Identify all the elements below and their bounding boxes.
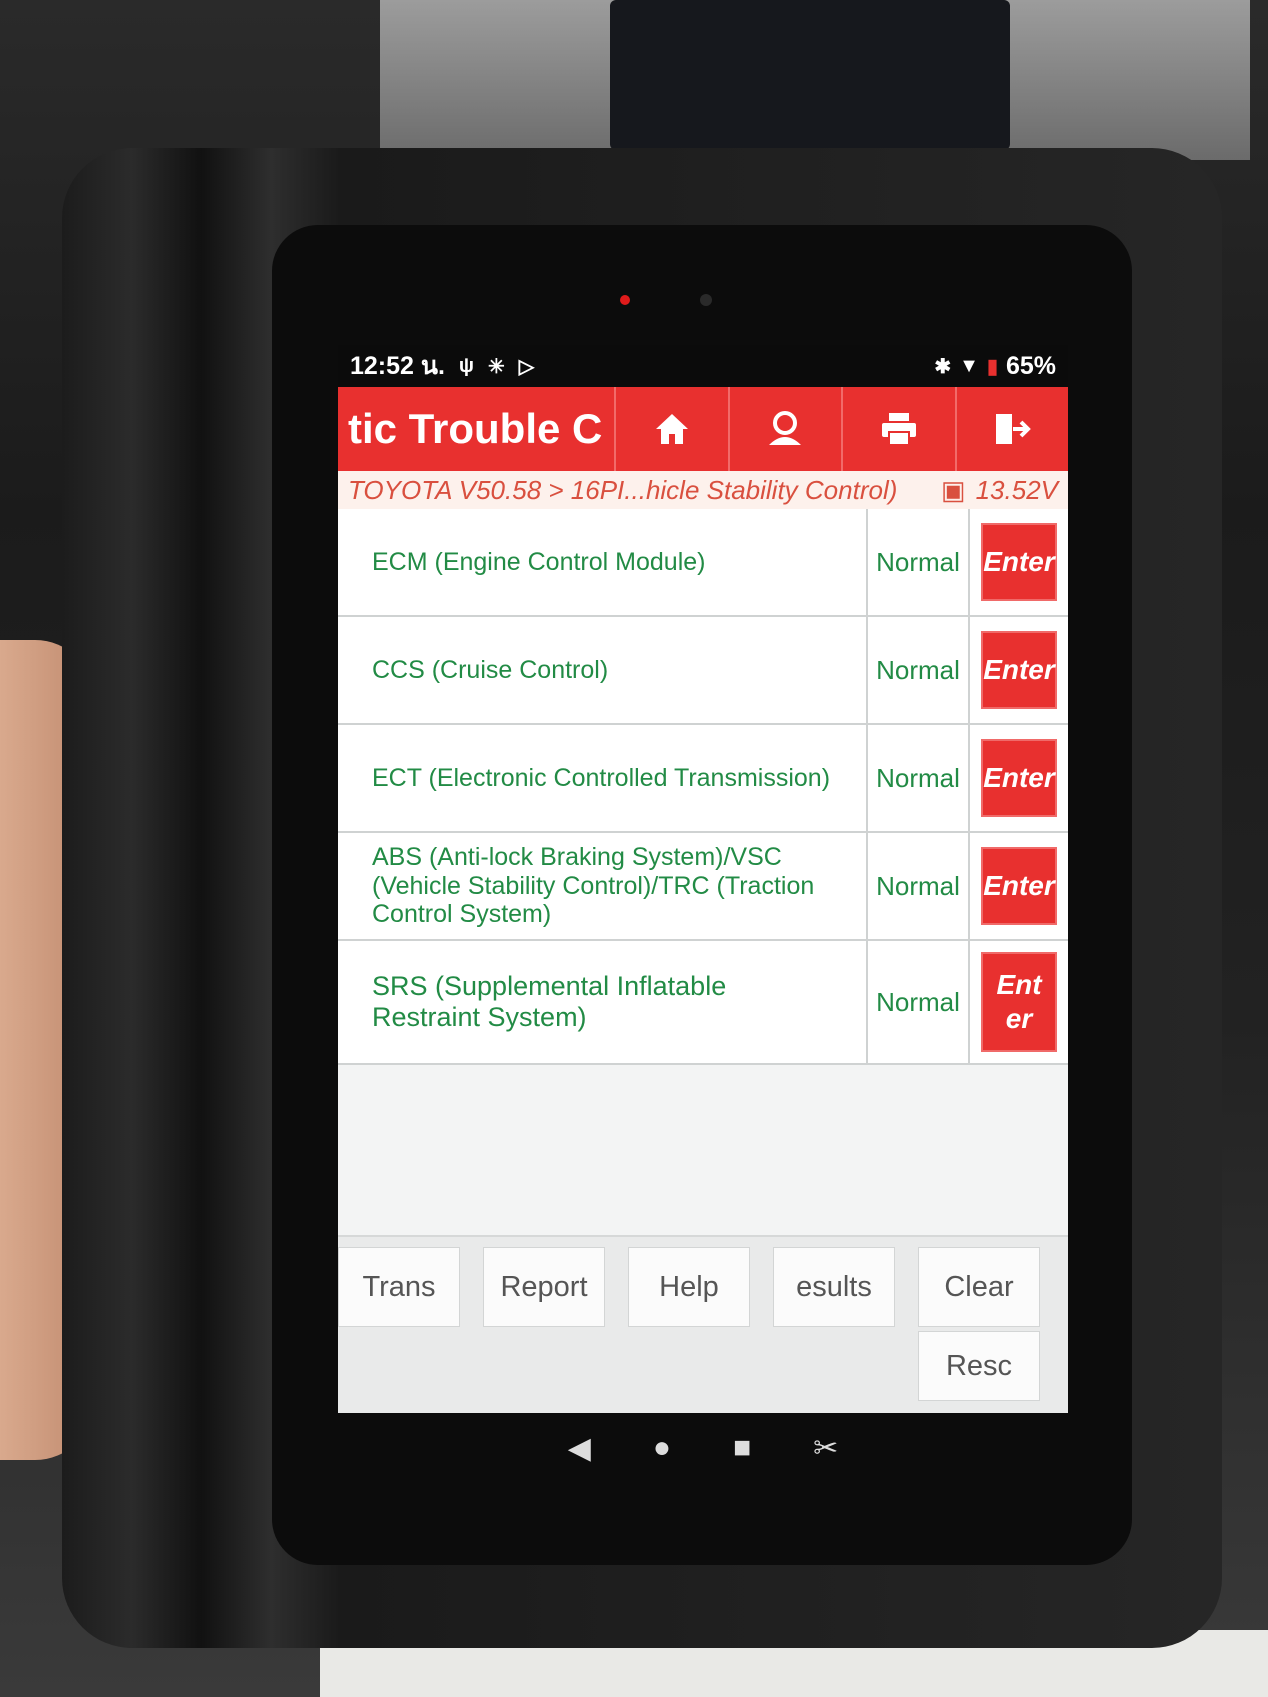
page-title: tic Trouble C — [348, 405, 603, 452]
android-nav-bar: ◀ ● ■ ✂ — [338, 1413, 1068, 1483]
tablet-screen: 12:52 น. ψ ✳ ▷ ✱ ▼ ▮ 65% tic Trouble C T… — [338, 345, 1068, 1413]
enter-button[interactable]: Enter — [981, 523, 1057, 601]
home-nav-icon[interactable]: ● — [653, 1431, 671, 1465]
list-item: CCS (Cruise Control) Normal Enter — [338, 617, 1068, 725]
list-item: ABS (Anti-lock Braking System)/VSC (Vehi… — [338, 833, 1068, 941]
back-icon[interactable]: ◀ — [568, 1431, 591, 1466]
list-item: SRS (Supplemental Inflatable Restraint S… — [338, 941, 1068, 1065]
battery-percent: 65% — [1005, 351, 1056, 380]
system-status: Normal — [866, 617, 968, 723]
recents-icon[interactable]: ■ — [733, 1431, 751, 1465]
system-name: ECT (Electronic Controlled Transmission) — [372, 763, 831, 792]
system-status: Normal — [866, 725, 968, 831]
enter-button[interactable]: Enter — [981, 739, 1057, 817]
system-name: CCS (Cruise Control) — [372, 655, 609, 684]
exit-icon — [996, 414, 1032, 444]
home-icon — [655, 414, 688, 444]
system-name: ABS (Anti-lock Braking System)/VSC (Vehi… — [372, 842, 815, 929]
report-button[interactable]: Report — [483, 1247, 605, 1327]
battery-icon: ▮ — [986, 355, 998, 378]
front-camera-led — [620, 295, 630, 305]
system-name: ECM (Engine Control Module) — [372, 547, 706, 576]
status-bar: 12:52 น. ψ ✳ ▷ ✱ ▼ ▮ 65% — [338, 345, 1068, 387]
system-status: Normal — [866, 833, 968, 939]
system-status: Normal — [866, 941, 968, 1063]
system-name: SRS (Supplemental Inflatable Restraint S… — [372, 970, 727, 1032]
clock: 12:52 น. — [350, 352, 445, 380]
enter-button[interactable]: Ent er — [981, 952, 1057, 1052]
rescan-button[interactable]: Resc — [918, 1331, 1040, 1401]
list-item: ECM (Engine Control Module) Normal Enter — [338, 509, 1068, 617]
exit-button[interactable] — [954, 387, 1069, 471]
wifi-icon: ▼ — [959, 354, 979, 377]
enter-button[interactable]: Enter — [981, 631, 1057, 709]
car-infotainment-screen — [610, 0, 1010, 150]
breadcrumb-path: TOYOTA V50.58 > 16PI...hicle Stability C… — [348, 474, 898, 505]
enter-button[interactable]: Enter — [981, 847, 1057, 925]
usb-icon: ψ — [458, 354, 474, 377]
bluetooth-icon: ✱ — [934, 355, 952, 378]
print-button[interactable] — [841, 387, 955, 471]
play-icon: ▷ — [518, 355, 535, 378]
support-icon — [769, 411, 802, 445]
print-icon — [881, 413, 916, 446]
help-button[interactable]: Help — [628, 1247, 750, 1327]
system-status: Normal — [866, 509, 968, 615]
results-button[interactable]: esults — [773, 1247, 895, 1327]
trans-button[interactable]: Trans — [338, 1247, 460, 1327]
voltage-reading: 13.52V — [975, 474, 1058, 505]
list-item: ECT (Electronic Controlled Transmission)… — [338, 725, 1068, 833]
support-button[interactable] — [727, 387, 842, 471]
system-list: ECM (Engine Control Module) Normal Enter… — [338, 509, 1068, 1065]
clear-button[interactable]: Clear — [918, 1247, 1040, 1327]
bottom-toolbar: Trans Report Help esults Clear Resc — [338, 1235, 1068, 1413]
screenshot-icon[interactable]: ✂ — [813, 1431, 838, 1466]
front-camera — [700, 294, 712, 306]
title-bar: tic Trouble C — [338, 387, 1068, 471]
home-button[interactable] — [614, 387, 728, 471]
battery-voltage-icon: ▣ — [941, 474, 966, 505]
breadcrumb: TOYOTA V50.58 > 16PI...hicle Stability C… — [338, 471, 1068, 509]
bluetooth-settings-icon: ✳ — [488, 355, 505, 378]
